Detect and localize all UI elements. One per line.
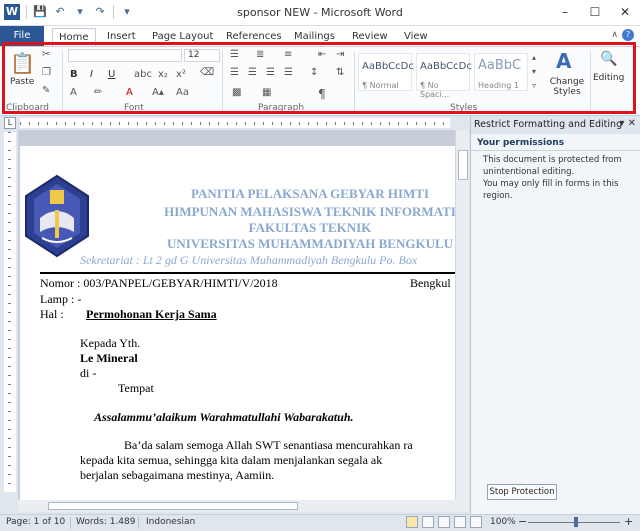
minimize-ribbon-icon[interactable]: ∧ [611, 30, 618, 40]
ribbon-highlight-box [2, 42, 636, 114]
document-area: PANITIA PELAKSANA GEBYAR HIMTI HIMPUNAN … [18, 130, 455, 500]
word-count[interactable]: Words: 1.489 [76, 517, 135, 527]
zoom-slider-thumb[interactable] [574, 517, 578, 527]
tempat-line: Tempat [118, 381, 154, 395]
di-line: di - [80, 366, 97, 380]
hal-label: Hal : [40, 307, 64, 321]
kepada-line: Kepada Yth. [80, 336, 141, 350]
pane-close-icon[interactable]: ▾ ✕ [619, 118, 636, 129]
sekretariat-line: Sekretariat : Lt 2 gd G Universitas Muha… [80, 253, 418, 267]
pane-divider [471, 150, 640, 151]
permissions-heading: Your permissions [477, 138, 565, 148]
protection-text: This document is protected from unintent… [483, 155, 622, 177]
salam-line: Assalammu’alaikum Warahmatullahi Wabarak… [94, 410, 354, 424]
status-bar: Page: 1 of 10 Words: 1.489 Indonesian 10… [0, 514, 640, 531]
hal-value: Permohonan Kerja Sama [86, 307, 217, 321]
horizontal-scroll-thumb[interactable] [48, 502, 298, 510]
lamp-line: Lamp : - [40, 292, 82, 306]
header-line: FAKULTAS TEKNIK [248, 220, 372, 235]
status-separator [138, 517, 139, 529]
print-layout-button[interactable] [406, 516, 418, 528]
header-divider [40, 272, 455, 274]
window-controls: – ☐ ✕ [550, 0, 640, 24]
ruler-bar: L [0, 116, 470, 130]
header-line: PANITIA PELAKSANA GEBYAR HIMTI [190, 186, 430, 201]
horizontal-scrollbar[interactable] [18, 500, 469, 512]
zoom-level[interactable]: 100% [490, 517, 516, 527]
paragraph-line: Ba’da salam semoga Allah SWT senantiasa … [124, 438, 413, 452]
close-button[interactable]: ✕ [610, 0, 640, 24]
language[interactable]: Indonesian [146, 517, 195, 527]
nomor-line: Nomor : 003/PANPEL/GEBYAR/HIMTI/V/2018 [40, 276, 278, 290]
document-page[interactable]: PANITIA PELAKSANA GEBYAR HIMTI HIMPUNAN … [20, 146, 455, 500]
date-location: Bengkul [410, 276, 451, 290]
pane-title: Restrict Formatting and Editing [471, 116, 640, 134]
minimize-button[interactable]: – [550, 0, 580, 24]
zoom-in-icon[interactable]: + [624, 515, 633, 528]
header-line: UNIVERSITAS MUHAMMADIYAH BENGKULU [166, 236, 454, 251]
page-count[interactable]: Page: 1 of 10 [6, 517, 65, 527]
web-layout-button[interactable] [438, 516, 450, 528]
university-logo [25, 174, 89, 258]
status-separator [70, 517, 71, 529]
outline-button[interactable] [454, 516, 466, 528]
help-icon[interactable]: ? [622, 29, 634, 41]
paragraph-line: kepada kita semua, sehingga kita dalam m… [80, 453, 383, 467]
recipient-name: Le Mineral [80, 351, 138, 365]
stop-protection-button[interactable]: Stop Protection [487, 484, 557, 500]
horizontal-ruler[interactable] [20, 118, 450, 128]
restrict-editing-pane: Restrict Formatting and Editing ▾ ✕ Your… [470, 116, 640, 514]
vertical-scroll-thumb[interactable] [458, 150, 468, 180]
window-title: sponsor NEW - Microsoft Word [237, 6, 403, 19]
maximize-button[interactable]: ☐ [580, 0, 610, 24]
zoom-out-icon[interactable]: − [518, 515, 527, 528]
vertical-ruler[interactable] [4, 132, 16, 492]
header-line: HIMPUNAN MAHASISWA TEKNIK INFORMATI [164, 204, 455, 219]
vertical-scrollbar[interactable] [455, 130, 469, 500]
draft-button[interactable] [470, 516, 482, 528]
paragraph-line: berjalan sebagaimana mestinya, Aamiin. [80, 468, 275, 482]
full-screen-reading-button[interactable] [422, 516, 434, 528]
tab-selector[interactable]: L [4, 117, 16, 129]
title-bar: W 💾 ↶ ▾ ↷ ▾ sponsor NEW - Microsoft Word… [0, 0, 640, 26]
forms-text: You may only fill in forms in this regio… [483, 179, 619, 201]
